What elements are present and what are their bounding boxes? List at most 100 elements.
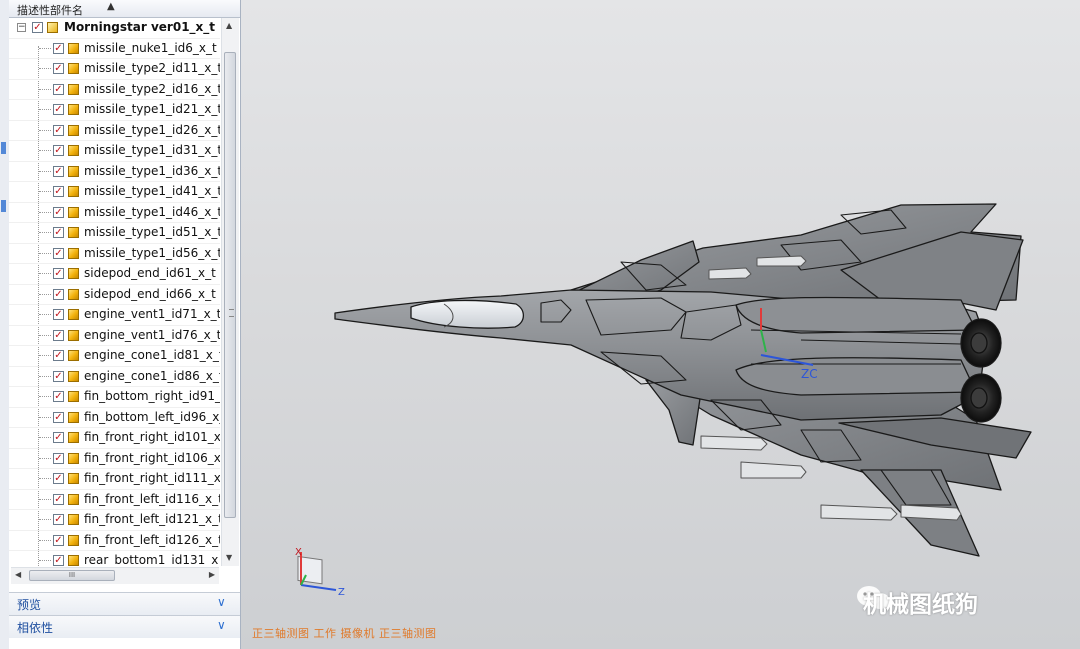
missile — [900, 504, 962, 521]
triad-x-label: X — [295, 547, 302, 558]
checkbox-checked-icon[interactable]: ✓ — [53, 309, 64, 320]
checkbox-checked-icon[interactable]: ✓ — [53, 473, 64, 484]
checkbox-checked-icon[interactable]: ✓ — [53, 288, 64, 300]
tree-item[interactable]: ✓ missile_type1_id21_x_t — [9, 100, 220, 121]
tree-item[interactable]: ✓ engine_cone1_id86_x_t — [9, 367, 220, 387]
checkbox-checked-icon[interactable]: ✓ — [53, 350, 64, 361]
intake-lower — [735, 357, 977, 396]
tree-item[interactable]: ✓ engine_vent1_id76_x_t — [9, 326, 220, 346]
component-cube-icon — [68, 432, 79, 443]
checkbox-checked-icon[interactable]: ✓ — [53, 145, 64, 156]
collapse-minus-icon[interactable]: − — [17, 23, 26, 32]
checkbox-checked-icon[interactable]: ✓ — [53, 452, 64, 464]
sort-ascending-icon[interactable]: ▲ — [107, 1, 115, 12]
checkbox-checked-icon[interactable]: ✓ — [53, 104, 64, 115]
tree-connector — [39, 539, 51, 541]
section-preview[interactable]: 预览 ∨ — [9, 592, 240, 615]
tree-item[interactable]: ✓ missile_type1_id26_x_t — [9, 121, 220, 141]
section-preview-label: 预览 — [17, 598, 42, 612]
checkbox-checked-icon[interactable]: ✓ — [53, 42, 64, 54]
tree-item-label: fin_front_right_id101_x_t — [84, 430, 220, 444]
tree-item[interactable]: ✓ missile_type2_id16_x_t — [9, 80, 220, 100]
tree-item[interactable]: ✓ missile_nuke1_id6_x_t — [9, 39, 220, 59]
scroll-down-arrow-icon[interactable]: ▼ — [226, 553, 232, 562]
tree-item[interactable]: ✓ fin_bottom_right_id91_x — [9, 387, 220, 408]
scrollbar-thumb[interactable]: III — [29, 570, 115, 581]
checkbox-checked-icon[interactable]: ✓ — [53, 514, 64, 525]
intake-upper — [735, 296, 977, 334]
scroll-right-arrow-icon[interactable]: ▶ — [209, 570, 215, 579]
tree-item-label: fin_front_left_id116_x_t — [84, 491, 220, 506]
checkbox-checked-icon[interactable]: ✓ — [53, 534, 64, 546]
checkbox-checked-icon[interactable]: ✓ — [53, 370, 64, 382]
checkbox-checked-icon[interactable]: ✓ — [53, 165, 64, 177]
checkbox-checked-icon[interactable]: ✓ — [53, 63, 64, 74]
checkbox-checked-icon[interactable]: ✓ — [32, 22, 43, 33]
column-header[interactable]: 描述性部件名 ▲ — [9, 0, 240, 18]
tree-vertical-scrollbar[interactable]: ▲ ▼ — [221, 18, 239, 566]
tree-item-label: fin_bottom_right_id91_x — [84, 389, 220, 403]
checkbox-checked-icon[interactable]: ✓ — [53, 268, 64, 279]
triad-z-label: Z — [338, 587, 345, 598]
tree-item[interactable]: ✓ fin_front_left_id121_x_t — [9, 510, 220, 531]
tree-item[interactable]: ✓ fin_front_left_id126_x_t — [9, 531, 220, 551]
section-dependencies[interactable]: 相依性 ∨ — [9, 615, 240, 638]
tree-item[interactable]: ✓ missile_type1_id36_x_t — [9, 162, 220, 182]
component-cube-icon — [68, 268, 79, 279]
checkbox-checked-icon[interactable]: ✓ — [53, 186, 64, 197]
tree-item[interactable]: ✓ missile_type2_id11_x_t — [9, 59, 220, 80]
checkbox-checked-icon[interactable]: ✓ — [53, 411, 64, 423]
missile — [708, 267, 752, 280]
chevron-down-icon[interactable]: ∨ — [217, 595, 226, 609]
tree-item[interactable]: ✓ fin_front_right_id101_x_t — [9, 428, 220, 449]
graphics-viewport[interactable]: ZC X Z 机械图纸狗 正三轴测图 工作 摄像机 正三轴测图 — [241, 0, 1080, 649]
checkbox-checked-icon[interactable]: ✓ — [53, 206, 64, 218]
checkbox-checked-icon[interactable]: ✓ — [53, 83, 64, 95]
tree-connector — [39, 375, 51, 377]
tree-item[interactable]: ✓ missile_type1_id41_x_t — [9, 182, 220, 203]
tree-connector — [39, 170, 51, 172]
tree-horizontal-scrollbar[interactable]: ◀ III ▶ — [11, 567, 219, 584]
checkbox-checked-icon[interactable]: ✓ — [53, 227, 64, 238]
component-cube-icon — [68, 493, 79, 505]
missile — [700, 435, 768, 451]
tree-connector — [39, 314, 51, 315]
component-cube-icon — [68, 206, 79, 218]
tree-item[interactable]: ✓ missile_type1_id46_x_t — [9, 203, 220, 223]
tree-item[interactable]: ✓ missile_type1_id56_x_t — [9, 244, 220, 264]
component-cube-icon — [68, 411, 79, 423]
checkbox-checked-icon[interactable]: ✓ — [53, 555, 64, 566]
checkbox-checked-icon[interactable]: ✓ — [53, 247, 64, 259]
tree-item[interactable]: ✓ missile_type1_id51_x_t — [9, 223, 220, 244]
component-cube-icon — [68, 145, 79, 156]
tree-item[interactable]: ✓ sidepod_end_id61_x_t — [9, 264, 220, 285]
tree-item[interactable]: ✓ engine_vent1_id71_x_t — [9, 305, 220, 326]
tree-item[interactable]: ✓ rear_bottom1_id131_x_t — [9, 551, 220, 566]
tree-connector — [39, 457, 51, 459]
tree-connector — [39, 47, 51, 49]
component-cube-icon — [68, 42, 79, 54]
tree-item[interactable]: ✓ missile_type1_id31_x_t — [9, 141, 220, 162]
tree-root-node[interactable]: − ✓ Morningstar ver01_x_t ( 顺 — [9, 18, 220, 39]
tree-item[interactable]: ✓ sidepod_end_id66_x_t — [9, 285, 220, 305]
tree-item[interactable]: ✓ engine_cone1_id81_x_t — [9, 346, 220, 367]
component-cube-icon — [68, 391, 79, 402]
checkbox-checked-icon[interactable]: ✓ — [53, 329, 64, 341]
checkbox-checked-icon[interactable]: ✓ — [53, 124, 64, 136]
tree-item-label: missile_type1_id26_x_t — [84, 122, 220, 137]
checkbox-checked-icon[interactable]: ✓ — [53, 391, 64, 402]
scrollbar-thumb[interactable] — [224, 52, 236, 518]
chevron-down-icon[interactable]: ∨ — [217, 618, 226, 632]
checkbox-checked-icon[interactable]: ✓ — [53, 493, 64, 505]
scroll-left-arrow-icon[interactable]: ◀ — [15, 570, 21, 579]
tree-item-label: engine_cone1_id81_x_t — [84, 348, 220, 362]
assembly-icon — [47, 22, 58, 33]
tree-item[interactable]: ✓ fin_front_left_id116_x_t — [9, 490, 220, 510]
tree-item[interactable]: ✓ fin_bottom_left_id96_x_t — [9, 408, 220, 428]
component-cube-icon — [68, 288, 79, 300]
tree-item-label: missile_type1_id41_x_t — [84, 184, 220, 198]
scroll-up-arrow-icon[interactable]: ▲ — [226, 21, 232, 30]
tree-item[interactable]: ✓ fin_front_right_id106_x_t — [9, 449, 220, 469]
checkbox-checked-icon[interactable]: ✓ — [53, 432, 64, 443]
tree-item[interactable]: ✓ fin_front_right_id111_x_t — [9, 469, 220, 490]
